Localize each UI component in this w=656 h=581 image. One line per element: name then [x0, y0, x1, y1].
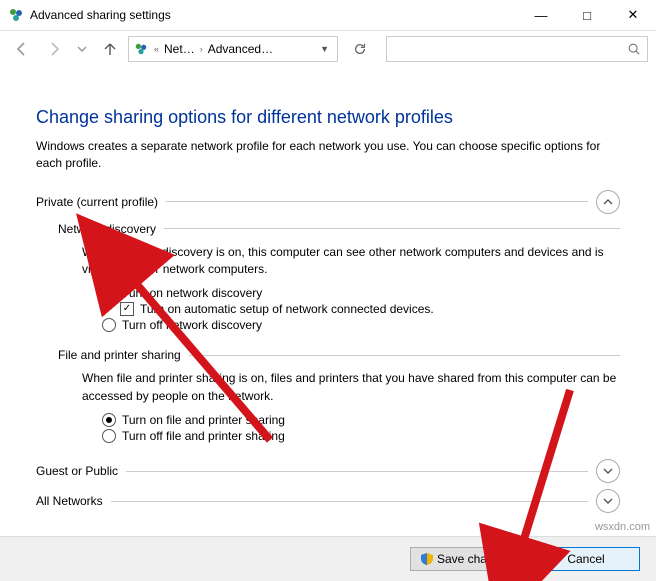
content-area: Change sharing options for different net…	[0, 67, 656, 513]
subsection-file-printer-label: File and printer sharing	[58, 348, 181, 362]
subsection-network-discovery-label: Network discovery	[58, 222, 156, 236]
breadcrumb-icon	[133, 41, 149, 57]
divider	[164, 228, 620, 229]
forward-button[interactable]	[40, 35, 68, 63]
radio-icon	[102, 318, 116, 332]
search-input[interactable]	[386, 36, 648, 62]
breadcrumb-dropdown-icon[interactable]: ▼	[316, 44, 333, 54]
shield-icon	[421, 553, 433, 565]
section-guest-header[interactable]: Guest or Public	[36, 459, 620, 483]
subsection-network-discovery-header: Network discovery	[58, 222, 620, 236]
app-icon	[8, 7, 24, 23]
radio-nd-off[interactable]: Turn off network discovery	[102, 318, 620, 332]
section-private-header[interactable]: Private (current profile)	[36, 190, 620, 214]
radio-fp-on-label: Turn on file and printer sharing	[122, 413, 285, 427]
save-changes-button[interactable]: Save changes	[410, 547, 524, 571]
page-title: Change sharing options for different net…	[36, 107, 620, 128]
radio-nd-off-label: Turn off network discovery	[122, 318, 262, 332]
divider	[166, 201, 588, 202]
nav-bar: « Net… › Advanced… ▼	[0, 31, 656, 67]
radio-icon	[102, 413, 116, 427]
save-changes-label: Save changes	[437, 552, 513, 566]
radio-nd-on[interactable]: Turn on network discovery	[102, 286, 620, 300]
window-controls: — □ ✕	[518, 0, 656, 30]
network-discovery-description: When network discovery is on, this compu…	[82, 244, 620, 279]
section-allnet-header[interactable]: All Networks	[36, 489, 620, 513]
close-button[interactable]: ✕	[610, 0, 656, 30]
radio-icon	[102, 429, 116, 443]
recent-locations-button[interactable]	[72, 35, 92, 63]
minimize-button[interactable]: —	[518, 0, 564, 30]
breadcrumb-item-1[interactable]: Net…	[164, 42, 195, 56]
radio-icon	[102, 286, 116, 300]
radio-fp-off[interactable]: Turn off file and printer sharing	[102, 429, 620, 443]
chevron-up-icon[interactable]	[596, 190, 620, 214]
file-printer-description: When file and printer sharing is on, fil…	[82, 370, 620, 405]
radio-fp-on[interactable]: Turn on file and printer sharing	[102, 413, 620, 427]
breadcrumb-sep-icon: ›	[197, 44, 206, 54]
breadcrumb-item-2[interactable]: Advanced…	[208, 42, 273, 56]
subsection-file-printer-header: File and printer sharing	[58, 348, 620, 362]
refresh-button[interactable]	[346, 35, 374, 63]
maximize-button[interactable]: □	[564, 0, 610, 30]
cancel-label: Cancel	[567, 552, 604, 566]
divider	[189, 355, 620, 356]
footer-bar: Save changes Cancel	[0, 536, 656, 581]
window-title: Advanced sharing settings	[30, 8, 518, 22]
network-discovery-options: Turn on network discovery Turn on automa…	[102, 286, 620, 332]
search-icon	[627, 42, 641, 56]
chevron-down-icon[interactable]	[596, 459, 620, 483]
divider	[111, 501, 588, 502]
checkbox-nd-auto[interactable]: Turn on automatic setup of network conne…	[120, 302, 620, 316]
up-button[interactable]	[96, 35, 124, 63]
section-guest-label: Guest or Public	[36, 464, 118, 478]
section-private-label: Private (current profile)	[36, 195, 158, 209]
breadcrumb[interactable]: « Net… › Advanced… ▼	[128, 36, 338, 62]
section-allnet-label: All Networks	[36, 494, 103, 508]
checkbox-icon	[120, 302, 134, 316]
file-printer-options: Turn on file and printer sharing Turn of…	[102, 413, 620, 443]
breadcrumb-sep-icon: «	[151, 44, 162, 54]
checkbox-nd-auto-label: Turn on automatic setup of network conne…	[140, 302, 434, 316]
title-bar: Advanced sharing settings — □ ✕	[0, 0, 656, 31]
chevron-down-icon[interactable]	[596, 489, 620, 513]
cancel-button[interactable]: Cancel	[532, 547, 640, 571]
page-description: Windows creates a separate network profi…	[36, 138, 620, 172]
radio-fp-off-label: Turn off file and printer sharing	[122, 429, 285, 443]
radio-nd-on-label: Turn on network discovery	[122, 286, 262, 300]
watermark: wsxdn.com	[595, 521, 650, 533]
divider	[126, 471, 588, 472]
back-button[interactable]	[8, 35, 36, 63]
section-private-body: Network discovery When network discovery…	[58, 222, 620, 444]
